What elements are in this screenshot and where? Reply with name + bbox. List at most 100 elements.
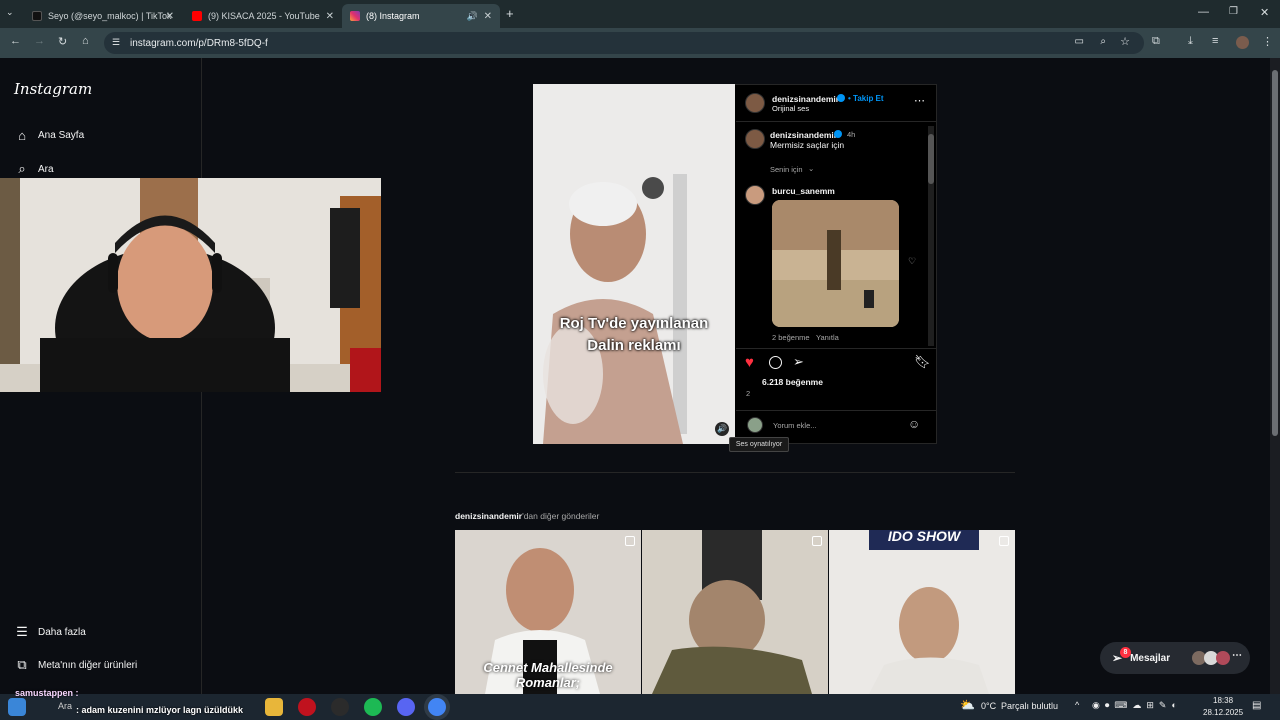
like-icon[interactable]: ♥ bbox=[745, 354, 754, 371]
video-caption-line2: Dalin reklamı bbox=[587, 337, 681, 354]
commenter-username[interactable]: burcu_sanemm bbox=[772, 186, 835, 196]
caption-time: 4h bbox=[847, 130, 856, 139]
audio-label[interactable]: Orijinal ses bbox=[772, 104, 809, 113]
close-window-icon[interactable]: ✕ bbox=[1260, 6, 1269, 19]
tab-tiktok[interactable]: Seyo (@seyo_malkoc) | TikTok ✕ bbox=[24, 4, 182, 28]
webcam-overlay bbox=[0, 178, 381, 392]
back-icon[interactable]: ← bbox=[10, 35, 21, 47]
author-username[interactable]: denizsinandemir bbox=[772, 94, 839, 104]
post-sidebar: denizsinandemir • Takip Et Orijinal ses … bbox=[736, 84, 937, 444]
tab-title: (9) KISACA 2025 - YouTube bbox=[208, 11, 320, 21]
close-icon[interactable]: ✕ bbox=[484, 11, 492, 22]
obs-icon[interactable] bbox=[331, 698, 349, 716]
home-icon[interactable]: ⌂ bbox=[82, 35, 89, 47]
extensions-icon[interactable]: ⧉ bbox=[1152, 35, 1160, 48]
thumbnail-1[interactable]: Cennet Mahallesinde Romanlar; bbox=[455, 530, 641, 694]
reel-icon bbox=[812, 536, 822, 546]
clock-time[interactable]: 18:38 bbox=[1213, 696, 1233, 705]
tiktok-icon bbox=[32, 11, 42, 21]
comment-input[interactable]: Yorum ekle... bbox=[773, 421, 817, 430]
bookmark-star-icon[interactable]: ☆ bbox=[1120, 35, 1130, 48]
commenter-avatar[interactable] bbox=[745, 185, 765, 205]
close-icon[interactable]: ✕ bbox=[326, 11, 334, 22]
share-icon[interactable]: ➢ bbox=[793, 354, 804, 370]
restore-icon[interactable]: ❐ bbox=[1229, 6, 1238, 17]
new-tab-icon[interactable]: + bbox=[506, 6, 514, 21]
header-divider bbox=[736, 121, 937, 122]
actions-divider bbox=[736, 348, 937, 349]
close-icon[interactable]: ✕ bbox=[166, 11, 174, 22]
reel-icon bbox=[999, 536, 1009, 546]
comment-like-icon[interactable]: ♡ bbox=[908, 256, 916, 267]
site-info-icon[interactable]: ☰ bbox=[112, 37, 120, 48]
author-avatar[interactable] bbox=[745, 93, 765, 113]
more-options-icon[interactable]: ⋯ bbox=[914, 94, 925, 107]
thumbnail-2[interactable] bbox=[642, 530, 828, 694]
webcam-scene-image bbox=[0, 178, 381, 392]
weather-temp[interactable]: 0°C bbox=[981, 701, 996, 711]
sidebar-item-more[interactable]: ☰ Daha fazla bbox=[14, 624, 86, 640]
thumbnail-3[interactable]: IDO SHOW bbox=[829, 530, 1015, 694]
taskbar-search[interactable]: Ara bbox=[58, 701, 72, 711]
reload-icon[interactable]: ↻ bbox=[58, 35, 67, 48]
start-icon[interactable] bbox=[8, 698, 26, 716]
comments-scrollbar[interactable] bbox=[928, 126, 934, 346]
sidebar-item-meta[interactable]: ⧉ Meta'nın diğer ürünleri bbox=[14, 657, 137, 673]
thumbnail-image bbox=[829, 530, 1015, 694]
spotify-icon[interactable] bbox=[364, 698, 382, 716]
messages-label: Mesajlar bbox=[1130, 652, 1171, 664]
weather-icon: ⛅ bbox=[960, 698, 975, 712]
thumbnail-caption: IDO SHOW bbox=[887, 530, 961, 544]
file-explorer-icon[interactable] bbox=[265, 698, 283, 716]
weather-desc[interactable]: Parçalı bulutlu bbox=[1001, 701, 1058, 711]
instagram-logo[interactable]: Instagram bbox=[14, 80, 92, 98]
likes-count[interactable]: 6.218 beğenme bbox=[762, 377, 823, 387]
sidebar-item-label: Meta'nın diğer ürünleri bbox=[38, 659, 138, 671]
address-bar[interactable]: ☰ instagram.com/p/DRm8-5fDQ-f ▭ ⌕ ☆ bbox=[104, 32, 1144, 54]
comment-likes[interactable]: 2 beğenme bbox=[772, 333, 810, 342]
likes-sub: 2 bbox=[746, 389, 751, 398]
notifications-icon[interactable]: ▤ bbox=[1252, 700, 1261, 711]
reply-link[interactable]: Yanıtla bbox=[816, 333, 839, 342]
sort-dropdown[interactable]: Senin için bbox=[770, 165, 803, 174]
clock-date[interactable]: 28.12.2025 bbox=[1203, 708, 1243, 717]
minimize-icon[interactable]: — bbox=[1198, 6, 1209, 18]
page-scrollbar[interactable] bbox=[1270, 58, 1280, 694]
chat-message: : adam kuzenini mzlüyor lagn üzüldükk bbox=[76, 705, 244, 715]
discord-icon[interactable] bbox=[397, 698, 415, 716]
tab-youtube[interactable]: (9) KISACA 2025 - YouTube ✕ bbox=[184, 4, 342, 28]
sidebar-item-home[interactable]: ⌂ Ana Sayfa bbox=[14, 128, 84, 143]
tray-chevron-icon[interactable]: ^ bbox=[1075, 700, 1079, 710]
caption-username[interactable]: denizsinandemir bbox=[770, 130, 837, 140]
kebab-menu-icon[interactable]: ⋮ bbox=[1262, 35, 1273, 48]
section-divider bbox=[455, 472, 1015, 473]
tab-title: Seyo (@seyo_malkoc) | TikTok bbox=[48, 11, 172, 21]
cast-icon[interactable]: ▭ bbox=[1075, 36, 1084, 47]
zoom-icon[interactable]: ⌕ bbox=[1100, 36, 1106, 47]
post-video[interactable]: Roj Tv'de yayınlanan Dalin reklamı 🔊 bbox=[533, 84, 735, 444]
messages-button[interactable]: ➢ 8 Mesajlar ⋯ bbox=[1100, 642, 1250, 674]
sidebar-item-label: Ana Sayfa bbox=[38, 130, 85, 141]
youtube-icon bbox=[192, 11, 202, 21]
forward-icon[interactable]: → bbox=[34, 35, 45, 47]
sidebar-item-search[interactable]: ⌕ Ara bbox=[14, 161, 53, 177]
media-icon[interactable]: ≡ bbox=[1212, 35, 1218, 47]
system-tray-icons[interactable]: ◉⏺⌨☁⊞✎◐ bbox=[1092, 700, 1182, 711]
chrome-icon[interactable] bbox=[428, 698, 446, 716]
chevron-down-icon: ⌄ bbox=[808, 164, 815, 173]
follow-button[interactable]: • Takip Et bbox=[848, 94, 884, 103]
tab-instagram[interactable]: (8) Instagram 🔊 ✕ bbox=[342, 4, 500, 28]
audio-toggle-icon[interactable]: 🔊 bbox=[715, 422, 729, 436]
emoji-icon[interactable]: ☺ bbox=[908, 417, 920, 431]
caption-avatar[interactable] bbox=[745, 129, 765, 149]
save-bookmark-icon[interactable]: 🔖︎ bbox=[914, 354, 931, 370]
profile-avatar[interactable] bbox=[1236, 36, 1249, 49]
speaker-icon[interactable]: 🔊 bbox=[467, 11, 478, 22]
opera-icon[interactable] bbox=[298, 698, 316, 716]
more-posts-author[interactable]: denizsinandemir bbox=[455, 511, 522, 521]
meta-products-icon: ⧉ bbox=[17, 657, 27, 672]
chat-user: samustappen : bbox=[15, 688, 79, 698]
download-icon[interactable]: ⤓ bbox=[1188, 35, 1193, 48]
comment-icon[interactable] bbox=[769, 356, 782, 369]
tab-search-icon[interactable]: ⌄ bbox=[6, 7, 14, 18]
